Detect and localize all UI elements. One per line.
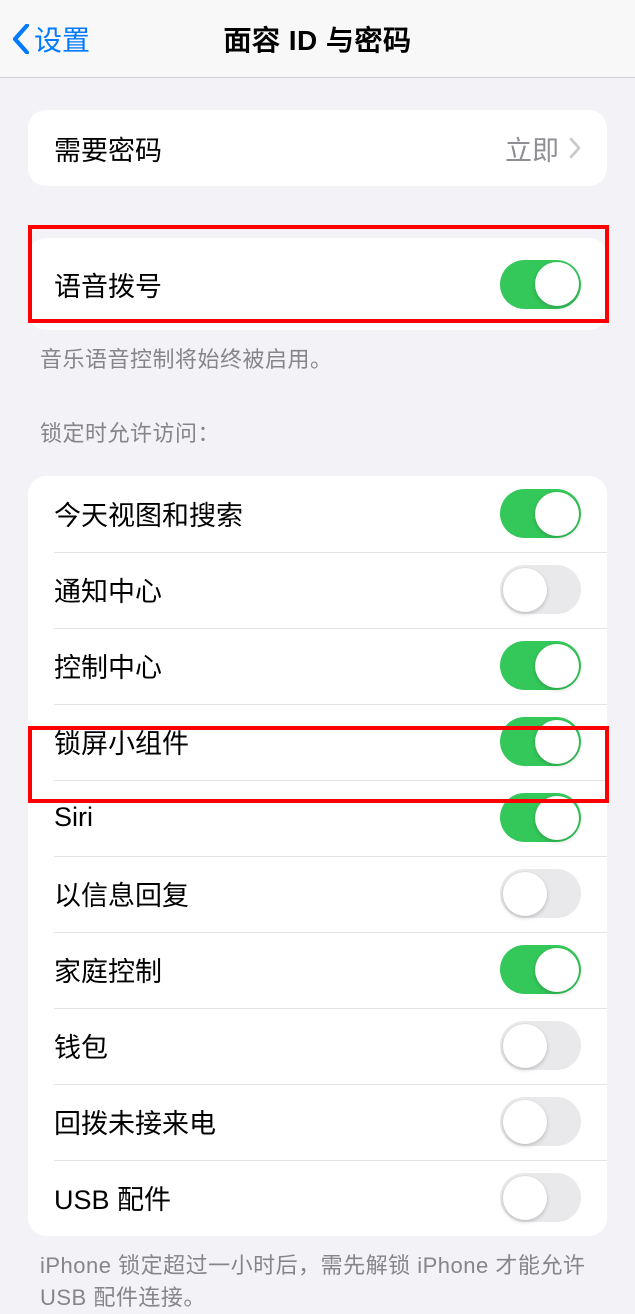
home-control-label: 家庭控制 bbox=[54, 950, 162, 989]
voice-dial-label: 语音拨号 bbox=[54, 265, 162, 304]
usb-accessories-toggle[interactable] bbox=[500, 1173, 581, 1222]
section-require-passcode: 需要密码 立即 bbox=[28, 110, 607, 186]
lock-screen-widgets-toggle[interactable] bbox=[500, 717, 581, 766]
today-view-toggle[interactable] bbox=[500, 489, 581, 538]
row-lock-screen-widgets: 锁屏小组件 bbox=[28, 704, 607, 780]
require-passcode-label: 需要密码 bbox=[54, 129, 162, 168]
require-passcode-value: 立即 bbox=[505, 129, 581, 168]
usb-footer: iPhone 锁定超过一小时后，需先解锁 iPhone 才能允许USB 配件连接… bbox=[0, 1236, 635, 1314]
reply-with-message-label: 以信息回复 bbox=[54, 874, 189, 913]
row-reply-with-message: 以信息回复 bbox=[28, 856, 607, 932]
chevron-left-icon bbox=[12, 24, 30, 54]
section-locked-access: 今天视图和搜索 通知中心 控制中心 锁屏小组件 Siri 以信息回复 家庭控制 bbox=[28, 476, 607, 1236]
row-home-control: 家庭控制 bbox=[28, 932, 607, 1008]
siri-toggle[interactable] bbox=[500, 793, 581, 842]
notification-center-toggle[interactable] bbox=[500, 565, 581, 614]
row-usb-accessories: USB 配件 bbox=[28, 1160, 607, 1236]
return-missed-calls-label: 回拨未接来电 bbox=[54, 1102, 216, 1141]
siri-label: Siri bbox=[54, 802, 93, 833]
row-control-center: 控制中心 bbox=[28, 628, 607, 704]
row-today-view: 今天视图和搜索 bbox=[28, 476, 607, 552]
locked-access-header: 锁定时允许访问： bbox=[0, 376, 635, 454]
page-title: 面容 ID 与密码 bbox=[223, 19, 411, 59]
today-view-label: 今天视图和搜索 bbox=[54, 494, 243, 533]
lock-screen-widgets-label: 锁屏小组件 bbox=[54, 722, 189, 761]
reply-with-message-toggle[interactable] bbox=[500, 869, 581, 918]
usb-accessories-label: USB 配件 bbox=[54, 1178, 171, 1217]
row-return-missed-calls: 回拨未接来电 bbox=[28, 1084, 607, 1160]
control-center-toggle[interactable] bbox=[500, 641, 581, 690]
chevron-right-icon bbox=[569, 138, 581, 158]
navbar: 设置 面容 ID 与密码 bbox=[0, 0, 635, 78]
wallet-label: 钱包 bbox=[54, 1026, 108, 1065]
row-voice-dial: 语音拨号 bbox=[28, 238, 607, 330]
row-siri: Siri bbox=[28, 780, 607, 856]
return-missed-calls-toggle[interactable] bbox=[500, 1097, 581, 1146]
row-wallet: 钱包 bbox=[28, 1008, 607, 1084]
section-voice-dial: 语音拨号 bbox=[28, 238, 607, 330]
voice-dial-footer: 音乐语音控制将始终被启用。 bbox=[0, 330, 635, 376]
row-notification-center: 通知中心 bbox=[28, 552, 607, 628]
back-label: 设置 bbox=[34, 19, 90, 59]
control-center-label: 控制中心 bbox=[54, 646, 162, 685]
back-button[interactable]: 设置 bbox=[12, 19, 90, 59]
notification-center-label: 通知中心 bbox=[54, 570, 162, 609]
voice-dial-toggle[interactable] bbox=[500, 260, 581, 309]
row-require-passcode[interactable]: 需要密码 立即 bbox=[28, 110, 607, 186]
wallet-toggle[interactable] bbox=[500, 1021, 581, 1070]
home-control-toggle[interactable] bbox=[500, 945, 581, 994]
